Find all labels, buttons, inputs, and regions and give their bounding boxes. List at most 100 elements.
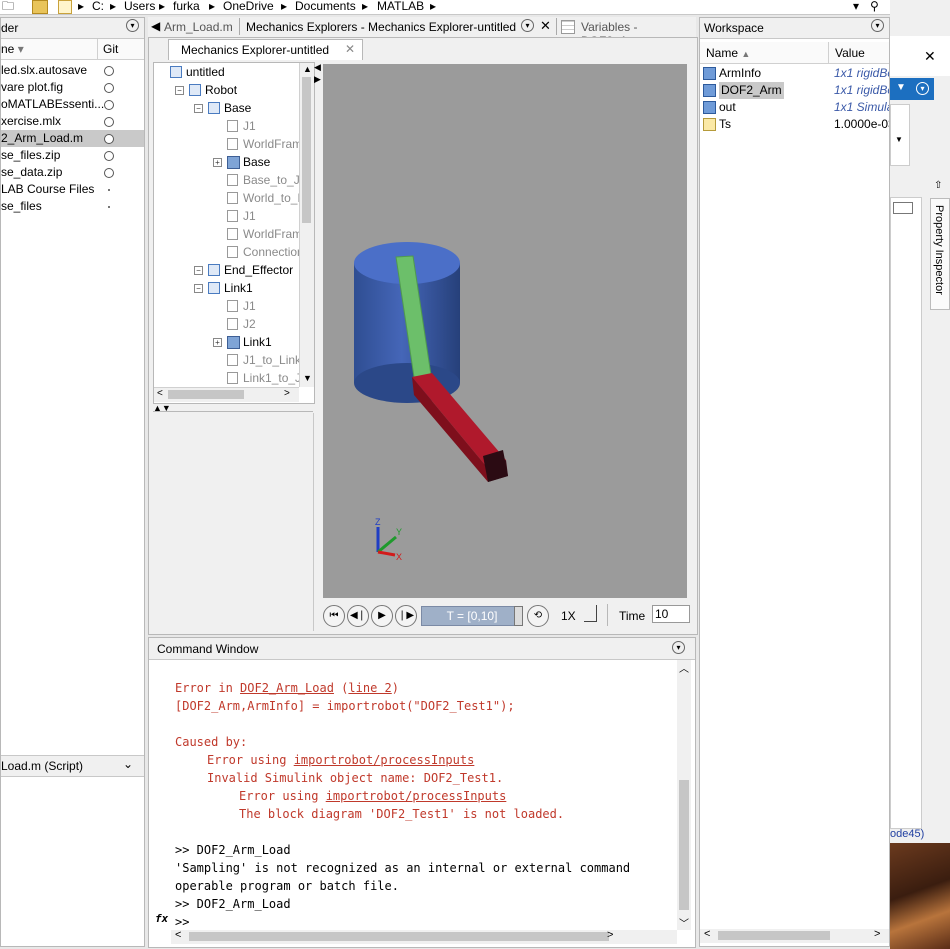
scroll-left-icon[interactable]: < bbox=[704, 928, 710, 940]
breadcrumb-item[interactable]: Users bbox=[124, 0, 155, 13]
file-row[interactable]: LAB Course Files bbox=[1, 181, 144, 198]
scrollbar-thumb[interactable] bbox=[189, 932, 609, 941]
search-icon[interactable]: ⚲ bbox=[870, 0, 879, 13]
scroll-right-icon[interactable]: > bbox=[284, 388, 290, 399]
scroll-down-icon[interactable]: ▼ bbox=[303, 373, 312, 383]
error-link[interactable]: importrobot/processInputs bbox=[326, 789, 507, 803]
tree-node[interactable]: WorldFrame bbox=[154, 135, 309, 153]
slider-handle[interactable] bbox=[514, 606, 523, 626]
file-row[interactable]: xercise.mlx bbox=[1, 113, 144, 130]
expand-toggle-icon[interactable]: + bbox=[213, 158, 222, 167]
scroll-left-icon[interactable]: < bbox=[175, 929, 181, 941]
breadcrumb-item[interactable]: C: bbox=[92, 0, 104, 13]
close-icon[interactable]: ✕ bbox=[924, 48, 936, 65]
step-forward-icon[interactable]: ❘▶ bbox=[395, 605, 417, 627]
speed-slider-icon[interactable] bbox=[584, 605, 597, 622]
close-icon[interactable]: ✕ bbox=[345, 42, 355, 56]
panel-menu-icon[interactable]: ▾ bbox=[871, 19, 884, 32]
command-horizontal-scrollbar[interactable]: < > bbox=[171, 929, 677, 944]
breadcrumb-item[interactable]: furka bbox=[173, 0, 200, 13]
tree-node[interactable]: − Link1 bbox=[154, 279, 299, 297]
file-row[interactable]: se_files bbox=[1, 198, 144, 215]
tree-node[interactable]: untitled bbox=[154, 63, 299, 81]
breadcrumb-item[interactable]: MATLAB bbox=[377, 0, 424, 13]
time-input[interactable] bbox=[652, 605, 690, 623]
tree-node[interactable]: + Link1 bbox=[154, 333, 299, 351]
file-row[interactable]: se_data.zip bbox=[1, 164, 144, 181]
tree-node[interactable]: Link1_to_J2 bbox=[154, 369, 308, 387]
expand-toggle-icon[interactable]: − bbox=[194, 284, 203, 293]
tree-node[interactable]: − End_Effector bbox=[154, 261, 299, 279]
scrollbar-thumb[interactable] bbox=[718, 931, 830, 940]
tab-mechanics-explorer-untitled[interactable]: Mechanics Explorer-untitled ✕ bbox=[168, 39, 363, 60]
details-bar[interactable]: Load.m (Script) ⌄ bbox=[1, 755, 144, 777]
breadcrumb-item[interactable]: Documents bbox=[295, 0, 356, 13]
tree-node[interactable]: J1 bbox=[154, 207, 299, 225]
tree-node[interactable]: World_to_Ba bbox=[154, 189, 312, 207]
loop-icon[interactable]: ⟲ bbox=[527, 605, 549, 627]
tree-node[interactable]: Connection Fran bbox=[154, 243, 314, 261]
file-row[interactable]: 2_Arm_Load.m bbox=[1, 130, 144, 147]
skip-to-start-icon[interactable]: ⏮ bbox=[323, 605, 345, 627]
scroll-up-icon[interactable]: ︿ bbox=[679, 660, 689, 675]
file-row[interactable]: vare plot.fig bbox=[1, 79, 144, 96]
workspace-horizontal-scrollbar[interactable]: < > bbox=[700, 928, 889, 943]
column-value[interactable]: Value bbox=[835, 46, 865, 60]
scrollbar-thumb[interactable] bbox=[302, 77, 311, 223]
command-window[interactable]: Command Window ▾ Error in DOF2_Arm_Load … bbox=[148, 637, 696, 948]
chevron-down-icon[interactable]: ▾ bbox=[853, 0, 859, 13]
expand-toggle-icon[interactable]: − bbox=[175, 86, 184, 95]
column-name[interactable]: Name ▲ bbox=[706, 46, 750, 60]
column-name[interactable]: ne ▾ bbox=[1, 42, 24, 56]
tree-node[interactable]: WorldFrame bbox=[154, 225, 309, 243]
chevron-down-icon[interactable]: ▾ bbox=[916, 82, 929, 95]
tree-node[interactable]: − Base bbox=[154, 99, 299, 117]
tree-node[interactable]: + Base bbox=[154, 153, 299, 171]
scrollbar-thumb[interactable] bbox=[679, 780, 689, 910]
time-slider[interactable]: T = [0,10] bbox=[421, 606, 523, 626]
scroll-right-icon[interactable]: > bbox=[607, 929, 613, 941]
error-link[interactable]: importrobot/processInputs bbox=[294, 753, 475, 767]
chevron-down-icon[interactable]: ⌄ bbox=[123, 757, 133, 771]
scroll-up-icon[interactable]: ⇧ bbox=[934, 180, 942, 191]
tree-vertical-scrollbar[interactable]: ▲ ▼ bbox=[299, 63, 314, 387]
scroll-left-icon[interactable]: < bbox=[157, 388, 163, 399]
address-bar[interactable]: 🗀 ▸ C: ▸ Users ▸ furka ▸ OneDrive ▸ Docu… bbox=[0, 0, 890, 15]
tree-horizontal-scrollbar[interactable]: < > bbox=[154, 387, 299, 402]
file-row[interactable]: se_files.zip bbox=[1, 147, 144, 164]
file-row[interactable]: oMATLABEssenti... bbox=[1, 96, 144, 113]
column-git[interactable]: Git bbox=[103, 42, 118, 56]
property-inspector-tab[interactable]: Property Inspector bbox=[930, 198, 950, 310]
splitter-handle[interactable]: ◀ ▶ bbox=[314, 62, 321, 92]
expand-toggle-icon[interactable]: − bbox=[194, 104, 203, 113]
play-icon[interactable]: ▶ bbox=[371, 605, 393, 627]
tree-node[interactable]: J1 bbox=[154, 297, 299, 315]
background-toolbar-button[interactable]: ▼ ▾ bbox=[890, 78, 934, 100]
variable-row[interactable]: Ts 1.0000e-03 bbox=[700, 116, 889, 133]
3d-viewport[interactable]: Z Y X bbox=[323, 64, 687, 598]
tab-arm-load[interactable]: Arm_Load.m bbox=[164, 20, 233, 34]
scroll-right-icon[interactable]: > bbox=[874, 928, 880, 940]
scroll-up-icon[interactable]: ▲ bbox=[303, 64, 312, 74]
expand-toggle-icon[interactable]: − bbox=[194, 266, 203, 275]
file-row[interactable]: led.slx.autosave bbox=[1, 62, 144, 79]
tree-node[interactable]: Base_to_J1 bbox=[154, 171, 306, 189]
expand-toggle-icon[interactable]: + bbox=[213, 338, 222, 347]
scroll-left-icon[interactable]: ◀ bbox=[151, 19, 160, 33]
error-link[interactable]: DOF2_Arm_Load bbox=[240, 681, 334, 695]
variable-row[interactable]: DOF2_Arm 1x1 rigidBo bbox=[700, 82, 889, 99]
tab-mechanics-explorers[interactable]: Mechanics Explorers - Mechanics Explorer… bbox=[246, 20, 516, 34]
variable-row[interactable]: ArmInfo 1x1 rigidBo bbox=[700, 65, 889, 82]
scrollbar-thumb[interactable] bbox=[168, 390, 244, 399]
fx-icon[interactable]: fx bbox=[155, 912, 168, 925]
breadcrumb-item[interactable]: OneDrive bbox=[223, 0, 274, 13]
tree-node[interactable]: J1_to_Link1 bbox=[154, 351, 308, 369]
scroll-down-icon[interactable]: ﹀ bbox=[679, 915, 689, 930]
tree-node[interactable]: − Robot bbox=[154, 81, 299, 99]
tab-menu-icon[interactable]: ▾ bbox=[521, 19, 534, 32]
variable-row[interactable]: out 1x1 Simula bbox=[700, 99, 889, 116]
tree-node[interactable]: J1 bbox=[154, 117, 299, 135]
error-link[interactable]: line 2 bbox=[348, 681, 391, 695]
playback-speed[interactable]: 1X bbox=[561, 609, 576, 623]
tree-node[interactable]: J2 bbox=[154, 315, 299, 333]
